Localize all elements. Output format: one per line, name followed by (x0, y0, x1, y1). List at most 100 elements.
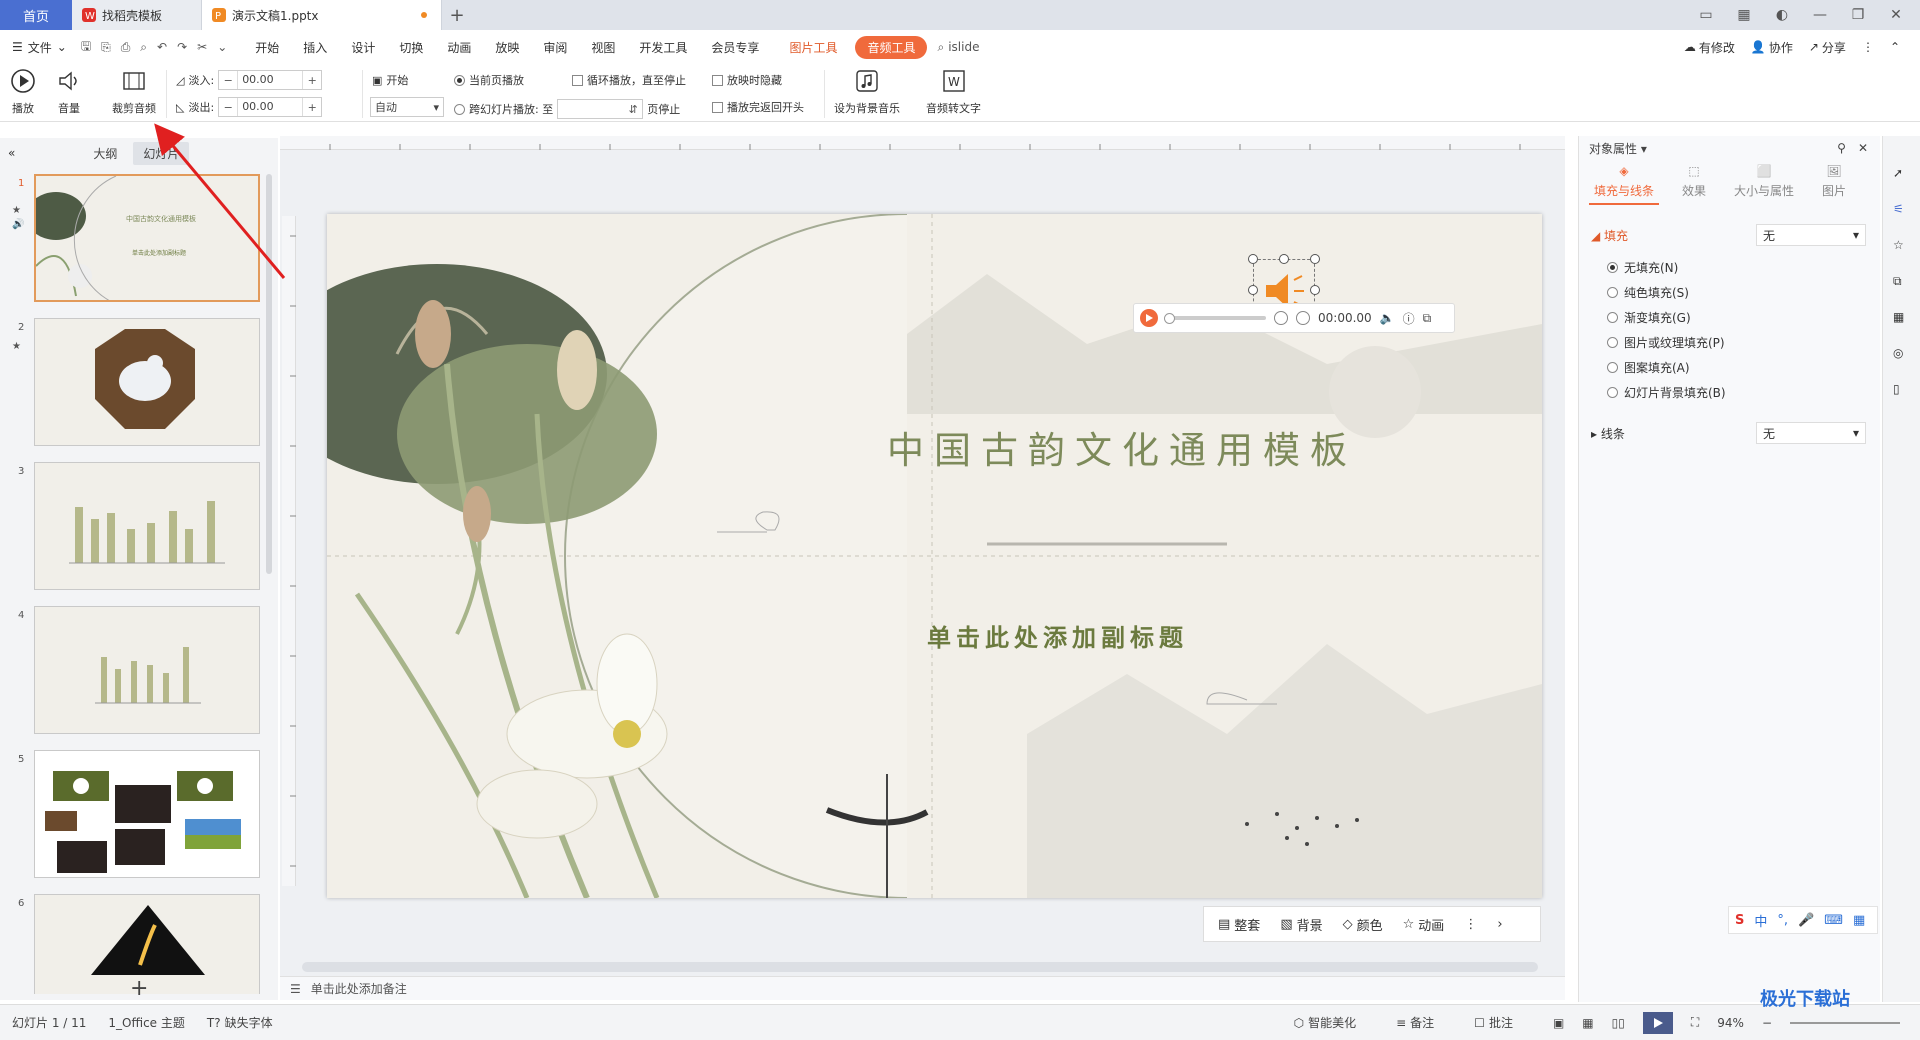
compass-icon[interactable]: ◎ (1893, 346, 1911, 364)
slide-thumbnail[interactable] (34, 462, 260, 590)
tab-fill-line[interactable]: ◈ 填充与线条 (1589, 164, 1659, 205)
zoom-level[interactable]: 94% (1717, 1016, 1744, 1030)
menu-animation[interactable]: 动画 (435, 39, 483, 56)
bg-music-button[interactable]: 设为背景音乐 (834, 68, 900, 116)
fit-icon[interactable]: ⛶ (1691, 1015, 1699, 1030)
redo-icon[interactable]: ↷ (177, 40, 187, 54)
sorter-view-icon[interactable]: ▦ (1582, 1016, 1593, 1030)
volume-button[interactable]: 音量 (56, 68, 82, 116)
menu-slideshow[interactable]: 放映 (483, 39, 531, 56)
slide-thumbnail[interactable]: 中国古韵文化通用模板 单击此处添加副标题 (34, 174, 260, 302)
tab-outline[interactable]: 大纲 (83, 142, 127, 165)
menu-review[interactable]: 审阅 (531, 39, 579, 56)
close-icon[interactable]: ✕ (1858, 141, 1868, 155)
tab-picture[interactable]: 🖼 图片 (1799, 164, 1869, 205)
mic-icon[interactable]: 🎤 (1798, 913, 1814, 928)
grid-icon[interactable]: ▦ (1853, 913, 1865, 928)
loop-checkbox[interactable]: 循环播放，直至停止 (572, 72, 686, 88)
theme-name[interactable]: 1_Office 主题 (108, 1014, 184, 1031)
menu-developer[interactable]: 开发工具 (627, 39, 699, 56)
forward-icon[interactable] (1296, 311, 1310, 325)
collab-button[interactable]: 👤 协作 (1751, 39, 1793, 56)
more-icon[interactable]: ⋮ (1862, 40, 1874, 54)
fade-in-value[interactable]: 00.00 (237, 71, 304, 89)
rocket-icon[interactable]: ➚ (1893, 166, 1911, 184)
collapse-ribbon-icon[interactable]: ⌃ (1890, 40, 1900, 54)
notes-bar[interactable]: ☰ 单击此处添加备注 (280, 976, 1565, 1000)
slide-thumbnail[interactable] (34, 750, 260, 878)
resize-handle[interactable] (1248, 254, 1258, 264)
punct-icon[interactable]: °, (1777, 913, 1788, 928)
slide-title[interactable]: 中国古韵文化通用模板 (887, 420, 1387, 474)
background-button[interactable]: ▧ 背景 (1280, 915, 1322, 934)
gallery-icon[interactable]: ▦ (1893, 310, 1911, 328)
book-icon[interactable]: ▯ (1893, 382, 1911, 400)
more-icon[interactable]: ⋮ (1464, 917, 1477, 932)
line-select[interactable]: 无 ▾ (1756, 422, 1866, 444)
tab-document[interactable]: P 演示文稿1.pptx (202, 0, 442, 30)
audio-play-button[interactable] (1140, 309, 1158, 327)
menu-transition[interactable]: 切换 (387, 39, 435, 56)
copy-icon[interactable]: ⧉ (1893, 274, 1911, 292)
fill-select[interactable]: 无 ▾ (1756, 224, 1866, 246)
fill-option-slide-bg[interactable]: 幻灯片背景填充(B) (1579, 380, 1880, 405)
fade-out-minus[interactable]: − (219, 101, 237, 114)
preview-icon[interactable]: ⌕ (140, 40, 147, 55)
format-painter-icon[interactable]: ✂ (197, 40, 207, 54)
add-slide-button[interactable]: + (130, 976, 148, 1001)
current-slide[interactable]: 中国古韵文化通用模板 单击此处添加副标题 00:00.00 🔈 ⓘ ⧉ (327, 214, 1542, 898)
undo-icon[interactable]: ↶ (157, 40, 167, 54)
tab-effect[interactable]: ⬚ 效果 (1659, 164, 1729, 205)
stop-page-stepper[interactable]: ⇵ (557, 99, 644, 119)
current-page-radio[interactable]: 当前页播放 (454, 72, 524, 88)
tab-slides[interactable]: 幻灯片 (133, 141, 190, 165)
smart-beautify-button[interactable]: ⬡ 智能美化 (1294, 1014, 1357, 1031)
pin-star-icon[interactable]: ☆ (1893, 238, 1911, 256)
fade-in-stepper[interactable]: −00.00 + (218, 70, 323, 90)
rewind-icon[interactable] (1274, 311, 1288, 325)
fade-out-stepper[interactable]: −00.00 + (218, 97, 323, 117)
slide-subtitle[interactable]: 单击此处添加副标题 (927, 618, 1347, 653)
list-item[interactable]: 3 (0, 462, 270, 592)
panel-title[interactable]: 对象属性 ▾ (1589, 140, 1647, 157)
notes-toggle[interactable]: ≡ 备注 (1396, 1014, 1434, 1031)
keyboard-icon[interactable]: ⌨ (1824, 913, 1843, 928)
tab-template[interactable]: W 找稻壳模板 (72, 0, 202, 30)
modified-button[interactable]: ☁ 有修改 (1684, 39, 1735, 56)
layout-icon[interactable]: ▭ (1696, 5, 1716, 25)
audio-to-text-button[interactable]: W 音频转文字 (926, 68, 981, 116)
hide-checkbox[interactable]: 放映时隐藏 (712, 72, 782, 88)
color-button[interactable]: ◇ 颜色 (1343, 915, 1383, 934)
resize-handle[interactable] (1310, 254, 1320, 264)
collapse-panel-icon[interactable]: « (8, 146, 15, 160)
avatar[interactable]: ◐ (1772, 5, 1792, 25)
fill-section-label[interactable]: ◢ 填充 (1591, 227, 1628, 244)
slide-thumbnail[interactable] (34, 318, 260, 446)
slide-thumbnail[interactable] (34, 606, 260, 734)
fill-option-gradient[interactable]: 渐变填充(G) (1579, 305, 1880, 330)
zoom-slider[interactable] (1790, 1021, 1900, 1024)
quick-access-more-icon[interactable]: ⌄ (217, 40, 227, 54)
restore-button[interactable]: ❐ (1848, 5, 1868, 25)
thumbnail-scrollbar[interactable] (266, 174, 272, 574)
trim-audio-button[interactable]: 裁剪音频 (112, 68, 156, 116)
normal-view-icon[interactable]: ▣ (1553, 1016, 1564, 1030)
line-section-label[interactable]: ▸ 线条 (1591, 425, 1625, 442)
stepper-arrows-icon[interactable]: ⇵ (624, 103, 642, 116)
fill-option-picture[interactable]: 图片或纹理填充(P) (1579, 330, 1880, 355)
tab-size[interactable]: ⬜ 大小与属性 (1729, 164, 1799, 205)
menu-picture-tool[interactable]: 图片工具 (777, 36, 849, 59)
cross-slide-radio[interactable]: 跨幻灯片播放: 至 ⇵ 页停止 (454, 99, 680, 119)
sogou-icon[interactable]: S (1735, 913, 1744, 928)
play-button[interactable]: 播放 (10, 68, 36, 116)
export-icon[interactable]: ⎘ (101, 40, 111, 55)
menu-design[interactable]: 设计 (339, 39, 387, 56)
resize-handle[interactable] (1248, 285, 1258, 295)
save-icon[interactable]: 🖫 (81, 37, 91, 58)
horizontal-scrollbar[interactable] (302, 962, 1538, 972)
missing-font-button[interactable]: T? 缺失字体 (207, 1014, 273, 1031)
properties-icon[interactable]: ⚟ (1893, 202, 1911, 220)
resize-handle[interactable] (1279, 254, 1289, 264)
slideshow-button[interactable] (1642, 1011, 1673, 1034)
whole-set-button[interactable]: ▤ 整套 (1218, 915, 1260, 934)
